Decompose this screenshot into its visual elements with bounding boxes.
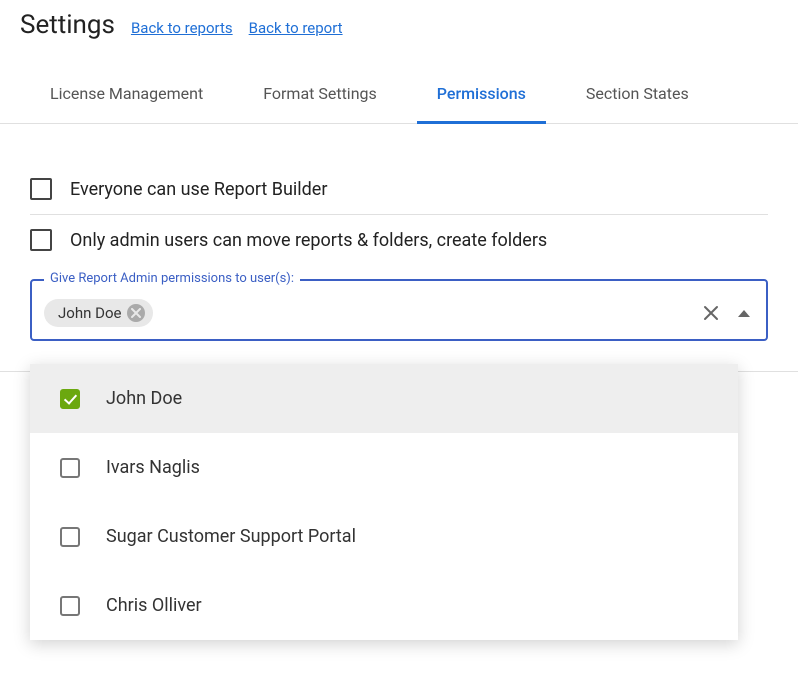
chip-remove-icon[interactable] xyxy=(127,304,145,322)
tab-section-states[interactable]: Section States xyxy=(556,58,719,123)
multiselect-legend: Give Report Admin permissions to user(s)… xyxy=(44,271,300,286)
option-checkbox[interactable] xyxy=(60,389,80,409)
permission-row-report-builder: Everyone can use Report Builder xyxy=(30,164,768,214)
chevron-up-icon[interactable] xyxy=(738,310,750,317)
option-label: Chris Olliver xyxy=(106,595,202,616)
checkbox-everyone-report-builder[interactable] xyxy=(30,178,52,200)
option-label: Ivars Naglis xyxy=(106,457,200,478)
tab-license-management[interactable]: License Management xyxy=(20,58,233,123)
permission-row-admin-move: Only admin users can move reports & fold… xyxy=(30,214,768,265)
dropdown-item-john-doe[interactable]: John Doe xyxy=(30,364,738,433)
user-dropdown[interactable]: John Doe Ivars Naglis Sugar Customer Sup… xyxy=(30,364,738,640)
page-title: Settings xyxy=(20,10,115,40)
report-admin-multiselect[interactable]: Give Report Admin permissions to user(s)… xyxy=(30,279,768,341)
option-checkbox[interactable] xyxy=(60,527,80,547)
user-chip: John Doe xyxy=(44,299,153,327)
multiselect-inner: John Doe xyxy=(44,299,754,327)
option-label: Sugar Customer Support Portal xyxy=(106,526,356,547)
tab-format-settings[interactable]: Format Settings xyxy=(233,58,407,123)
clear-icon[interactable] xyxy=(702,304,720,322)
dropdown-item-chris-olliver[interactable]: Chris Olliver xyxy=(30,571,738,640)
option-checkbox[interactable] xyxy=(60,596,80,616)
dropdown-item-sugar-portal[interactable]: Sugar Customer Support Portal xyxy=(30,502,738,571)
page-header: Settings Back to reports Back to report xyxy=(0,0,798,58)
back-to-report-link[interactable]: Back to report xyxy=(249,19,343,37)
option-label: John Doe xyxy=(106,388,182,409)
checkbox-admin-move-reports[interactable] xyxy=(30,229,52,251)
back-to-reports-link[interactable]: Back to reports xyxy=(131,19,233,37)
checkbox-label: Only admin users can move reports & fold… xyxy=(70,230,547,251)
tab-permissions[interactable]: Permissions xyxy=(407,58,556,123)
option-checkbox[interactable] xyxy=(60,458,80,478)
tab-content: Everyone can use Report Builder Only adm… xyxy=(0,124,798,372)
chip-label: John Doe xyxy=(58,304,121,322)
tabs: License Management Format Settings Permi… xyxy=(0,58,798,124)
checkbox-label: Everyone can use Report Builder xyxy=(70,179,327,200)
dropdown-item-ivars-naglis[interactable]: Ivars Naglis xyxy=(30,433,738,502)
